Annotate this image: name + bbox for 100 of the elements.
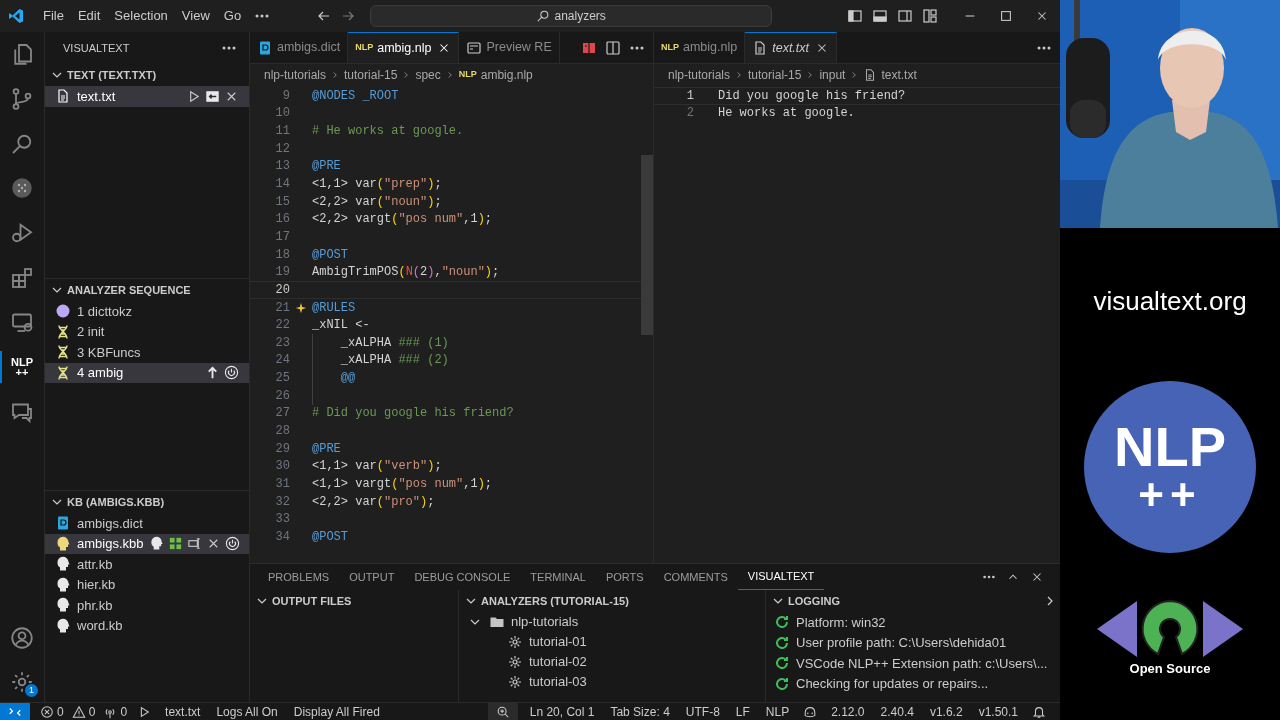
- breadcrumb-item[interactable]: tutorial-15: [344, 66, 398, 84]
- editor-tab[interactable]: NLP ambig.nlp: [348, 32, 460, 63]
- line-number: 20: [274, 281, 290, 299]
- section-header[interactable]: TEXT (TEXT.TXT): [45, 64, 249, 86]
- line-number: 24: [274, 352, 290, 370]
- line-number: 21: [274, 299, 290, 317]
- status-item[interactable]: 0: [36, 702, 68, 720]
- menu-item[interactable]: Edit: [70, 6, 108, 26]
- status-item[interactable]: 2.40.4: [872, 702, 922, 720]
- breadcrumb-item[interactable]: input: [819, 66, 846, 84]
- tree-item[interactable]: text.txt: [45, 86, 249, 107]
- status-item[interactable]: Display All Fired: [285, 702, 388, 720]
- line-number: 33: [274, 511, 290, 529]
- command-center-search[interactable]: analyzers: [370, 5, 773, 27]
- status-item[interactable]: v1.50.1: [970, 702, 1026, 720]
- status-item[interactable]: Tab Size: 4: [602, 702, 678, 720]
- code-line: @POST: [312, 246, 348, 264]
- code-line: <1,1> var("prep");: [312, 176, 442, 194]
- line-number: 1: [685, 87, 694, 105]
- line-number: 28: [274, 423, 290, 440]
- tree-item[interactable]: attr.kb: [45, 554, 249, 575]
- code-line: <2,2> vargt("pos num",1);: [312, 211, 493, 229]
- section-title: KB (AMBIGS.KBB): [67, 494, 165, 510]
- code-line: @RULES: [312, 299, 356, 317]
- logo-text: NLP: [1114, 419, 1226, 475]
- editor-tab[interactable]: text.txt: [745, 32, 838, 63]
- status-item[interactable]: UTF-8: [677, 702, 728, 720]
- logo-text: ++: [1138, 475, 1202, 515]
- line-number: 19: [274, 264, 290, 282]
- log-entry: Checking for updates or repairs...: [796, 675, 989, 693]
- menu-item[interactable]: Selection: [107, 6, 175, 26]
- line-number: 12: [274, 140, 290, 158]
- view-header[interactable]: LOGGING: [766, 590, 1060, 612]
- menu-item[interactable]: Go: [216, 6, 249, 26]
- view-title: LOGGING: [788, 593, 840, 609]
- panel-tab[interactable]: TERMINAL: [520, 564, 596, 590]
- breadcrumb-item[interactable]: ambig.nlp: [480, 66, 533, 84]
- tree-item[interactable]: tutorial-01: [459, 632, 765, 652]
- panel-tab[interactable]: COMMENTS: [653, 564, 738, 590]
- tree-item[interactable]: 4 ambig: [45, 362, 249, 383]
- menu-item[interactable]: File: [36, 6, 71, 26]
- line-number: 23: [274, 334, 290, 352]
- view-header[interactable]: OUTPUT FILES: [250, 590, 458, 612]
- line-number: 18: [274, 246, 290, 264]
- tree-item[interactable]: 1 dicttokz: [45, 301, 249, 322]
- tree-item[interactable]: nlp-tutorials: [459, 612, 765, 632]
- text-line: He works at google.: [718, 105, 855, 123]
- line-number: 29: [274, 440, 290, 458]
- status-item[interactable]: LF: [727, 702, 758, 720]
- line-number: 2: [685, 105, 694, 123]
- code-line: _xALPHA ### (1): [340, 334, 449, 352]
- status-item[interactable]: Logs All On: [208, 702, 286, 720]
- section-header[interactable]: KB (AMBIGS.KBB): [45, 491, 249, 513]
- section-title: ANALYZER SEQUENCE: [67, 282, 191, 298]
- editor-tab[interactable]: Preview RE: [459, 32, 560, 63]
- line-number: 34: [274, 528, 290, 546]
- status-item[interactable]: NLP: [757, 702, 798, 720]
- breadcrumb-item[interactable]: tutorial-15: [748, 66, 802, 84]
- line-number: 25: [274, 370, 290, 388]
- status-item[interactable]: 2.12.0: [823, 702, 873, 720]
- breadcrumb-item[interactable]: nlp-tutorials: [668, 66, 731, 84]
- code-line: # He works at google.: [312, 123, 464, 141]
- tree-item[interactable]: ambigs.dict: [45, 513, 249, 534]
- tree-item[interactable]: 3 KBFuncs: [45, 342, 249, 363]
- panel-tab[interactable]: DEBUG CONSOLE: [404, 564, 521, 590]
- tree-item[interactable]: hier.kb: [45, 574, 249, 595]
- breadcrumb-item[interactable]: text.txt: [881, 66, 917, 84]
- code-line: @NODES _ROOT: [312, 87, 399, 105]
- line-number: 14: [274, 176, 290, 194]
- panel-tab[interactable]: PORTS: [595, 564, 654, 590]
- breadcrumb-item[interactable]: nlp-tutorials: [264, 66, 327, 84]
- tree-item[interactable]: ambigs.kbb: [45, 533, 249, 554]
- section-header[interactable]: ANALYZER SEQUENCE: [45, 279, 249, 301]
- status-item[interactable]: 0: [99, 702, 132, 720]
- file-type-label: NLP: [458, 68, 477, 82]
- line-number: 16: [274, 211, 290, 229]
- nlp-view-button[interactable]: NLP ++: [9, 357, 35, 378]
- code-line: @PRE: [312, 440, 341, 458]
- menu-item[interactable]: View: [174, 6, 217, 26]
- section-title: TEXT (TEXT.TXT): [67, 67, 157, 83]
- panel-tab[interactable]: PROBLEMS: [258, 564, 340, 590]
- tree-item[interactable]: 2 init: [45, 321, 249, 342]
- code-line: @PRE: [312, 158, 341, 176]
- tree-item[interactable]: word.kb: [45, 615, 249, 636]
- status-item[interactable]: 0: [67, 702, 100, 720]
- view-header[interactable]: ANALYZERS (TUTORIAL-15): [459, 590, 765, 612]
- tree-item[interactable]: phr.kb: [45, 595, 249, 616]
- text-line: Did you google his friend?: [718, 87, 906, 105]
- log-entry: User profile path: C:\Users\dehida01: [796, 634, 1007, 652]
- panel-tab[interactable]: VISUALTEXT: [737, 564, 825, 590]
- tree-item[interactable]: tutorial-03: [459, 672, 765, 692]
- status-item[interactable]: Ln 20, Col 1: [521, 702, 603, 720]
- panel-tab[interactable]: OUTPUT: [339, 564, 405, 590]
- status-item[interactable]: text.txt: [157, 702, 209, 720]
- tree-item[interactable]: tutorial-02: [459, 652, 765, 672]
- line-number: 22: [274, 317, 290, 335]
- code-line: _xNIL <-: [312, 317, 370, 335]
- status-item[interactable]: v1.6.2: [921, 702, 971, 720]
- breadcrumb-item[interactable]: spec: [415, 66, 441, 84]
- code-line: _xALPHA ### (2): [340, 352, 449, 370]
